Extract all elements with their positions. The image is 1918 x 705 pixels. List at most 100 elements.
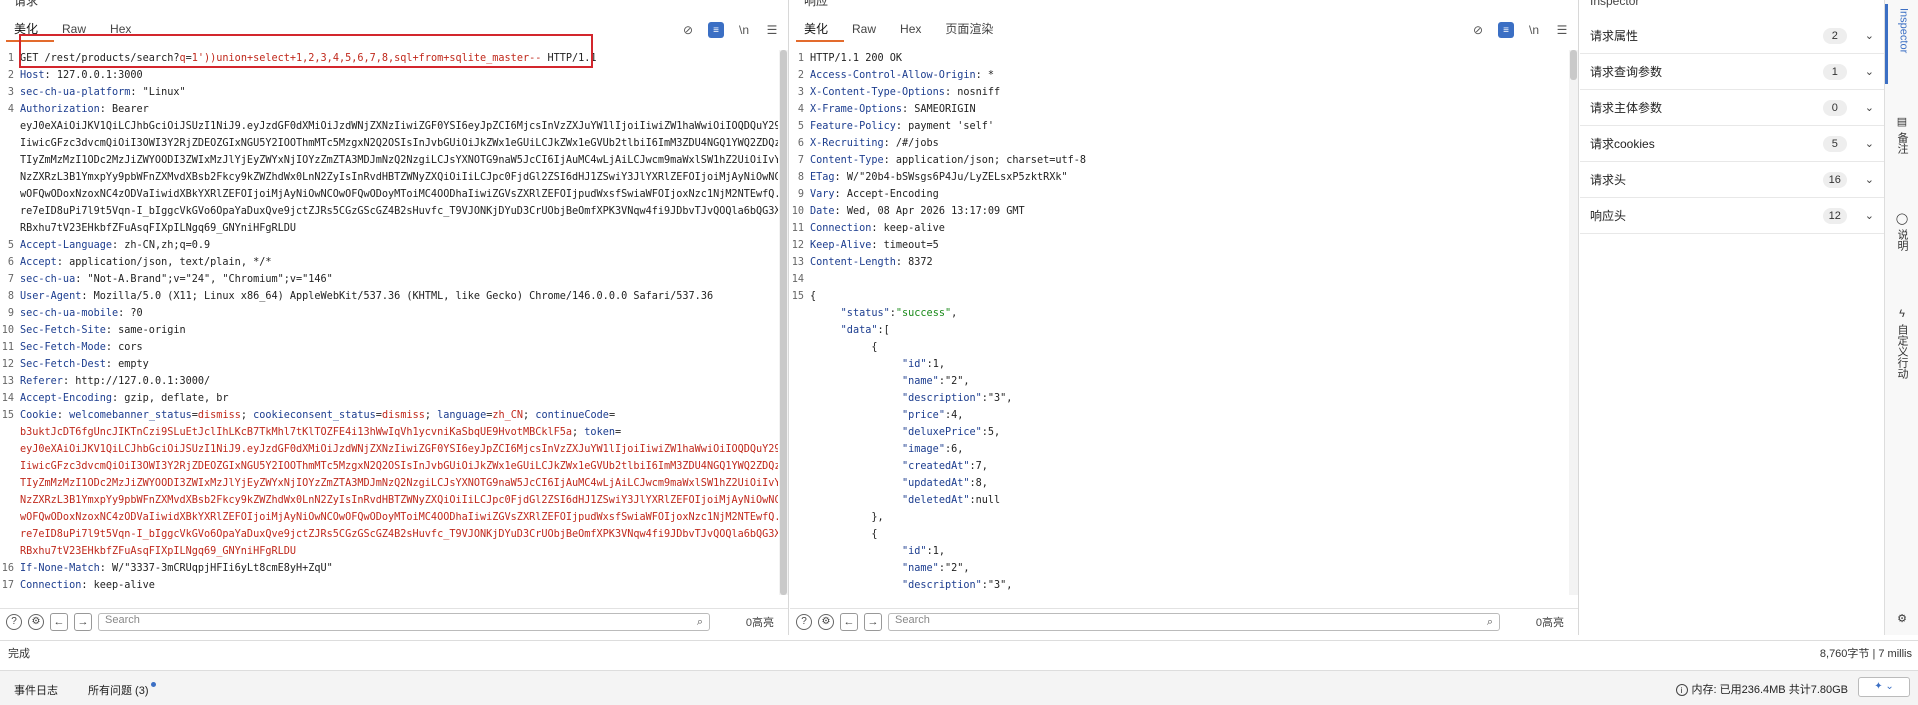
response-editor[interactable]: 1 HTTP/1.1 200 OK 2 Access-Control-Allow-Or… bbox=[790, 50, 1568, 595]
response-tab-hex[interactable]: Hex bbox=[892, 18, 937, 42]
memory-indicator: i 内存: 已用236.4MB 共计7.80GB bbox=[1675, 681, 1848, 697]
code-token: ; bbox=[572, 427, 585, 438]
bottom-bar: 事件日志 所有问题 (3) i 内存: 已用236.4MB 共计7.80GB ✦ … bbox=[0, 670, 1918, 705]
event-log-tab[interactable]: 事件日志 bbox=[14, 682, 58, 698]
code-token: :1, bbox=[926, 359, 945, 370]
search-icon: ⌕ bbox=[696, 615, 703, 628]
status-bar: 完成 8,760字节 | 7 millis bbox=[0, 640, 1918, 660]
code-token: IiwicGFzc3dvcmQiOiI3OWI3Y2RjZDEOZGIxNGU5… bbox=[20, 461, 778, 472]
help-icon[interactable]: ? bbox=[6, 613, 22, 630]
chevron-down-icon[interactable]: ⌄ bbox=[1865, 101, 1874, 114]
line-code: "data":[ bbox=[810, 322, 890, 339]
strip-inspector-label: Inspector bbox=[1897, 8, 1910, 54]
response-tab-render[interactable]: 页面渲染 bbox=[937, 18, 1009, 42]
chevron-down-icon[interactable]: ⌄ bbox=[1865, 137, 1874, 150]
line-code: RBxhu7tV23EHkbfZFuAsqFIXpILNgq69_GNYniHF… bbox=[20, 543, 296, 560]
code-token: : application/json, text/plain, */* bbox=[56, 257, 272, 268]
line-code: Referer: http://127.0.0.1:3000/ bbox=[20, 373, 210, 390]
chevron-down-icon[interactable]: ⌄ bbox=[1865, 65, 1874, 78]
line-number bbox=[0, 509, 20, 526]
request-line: NzZXRzL3B1YmxpYy9pbWFnZXMvdXBsb2Fkcy9kZW… bbox=[0, 169, 778, 186]
line-code: "id":1, bbox=[810, 543, 945, 560]
inspector-row[interactable]: 请求主体参数 0 ⌄ bbox=[1580, 90, 1884, 126]
newline-toggle[interactable]: \n bbox=[736, 22, 752, 38]
line-code: NzZXRzL3B1YmxpYy9pbWFnZXMvdXBsb2Fkcy9kZW… bbox=[20, 492, 778, 509]
response-tab-pretty[interactable]: 美化 bbox=[796, 18, 845, 42]
chevron-down-icon[interactable]: ⌄ bbox=[1865, 29, 1874, 42]
line-number bbox=[790, 526, 810, 543]
request-line: NzZXRzL3B1YmxpYy9pbWFnZXMvdXBsb2Fkcy9kZW… bbox=[0, 492, 778, 509]
inspector-row[interactable]: 请求属性 2 ⌄ bbox=[1580, 18, 1884, 54]
line-code: Accept: application/json, text/plain, */… bbox=[20, 254, 271, 271]
response-scroll-thumb[interactable] bbox=[1570, 50, 1577, 80]
inspector-row[interactable]: 请求cookies 5 ⌄ bbox=[1580, 126, 1884, 162]
code-token: , bbox=[951, 308, 958, 319]
help-icon[interactable]: ? bbox=[796, 613, 812, 630]
code-token: :"2", bbox=[938, 376, 970, 387]
request-line: 15 Cookie: welcomebanner_status = dismiss; … bbox=[0, 407, 778, 424]
menu-icon[interactable]: ☰ bbox=[1554, 22, 1570, 38]
chevron-down-icon[interactable]: ⌄ bbox=[1865, 173, 1874, 186]
response-search-bar: ? ⚙ ← → Search ⌕ 0高亮 bbox=[790, 608, 1578, 634]
arrow-right-icon[interactable]: → bbox=[864, 612, 882, 631]
strip-notes[interactable]: ▤ 备注 bbox=[1885, 115, 1918, 185]
gear-icon[interactable]: ⚙ bbox=[28, 613, 44, 630]
code-token: wOFQwODoxNzoxNC4zODVaIiwidXBkYXRlZEFOIjo… bbox=[20, 189, 778, 200]
all-issues-tab[interactable]: 所有问题 (3) bbox=[88, 682, 156, 698]
arrow-left-icon[interactable]: ← bbox=[840, 612, 858, 631]
wrap-icon[interactable]: ≡ bbox=[708, 22, 724, 38]
eye-slash-icon[interactable]: ⊘ bbox=[680, 22, 696, 38]
inspector-row[interactable]: 请求头 16 ⌄ bbox=[1580, 162, 1884, 198]
response-line: "name":"2", bbox=[790, 373, 1568, 390]
inspector-row[interactable]: 响应头 12 ⌄ bbox=[1580, 198, 1884, 234]
line-number: 2 bbox=[7, 70, 14, 81]
response-tab-raw[interactable]: Raw bbox=[844, 18, 892, 42]
newline-toggle[interactable]: \n bbox=[1526, 22, 1542, 38]
response-line: "name":"2", bbox=[790, 560, 1568, 577]
code-token: : SAMEORIGIN bbox=[902, 104, 976, 115]
response-search-placeholder: Search bbox=[895, 613, 930, 626]
line-code: User-Agent: Mozilla/5.0 (X11; Linux x86_… bbox=[20, 288, 713, 305]
code-token: : Bearer bbox=[99, 104, 149, 115]
strip-custom-actions[interactable]: ϟ 自定义行动 bbox=[1885, 308, 1918, 408]
eye-slash-icon[interactable]: ⊘ bbox=[1470, 22, 1486, 38]
request-editor[interactable]: 1 GET /rest/products/search?q=1'))union+s… bbox=[0, 50, 778, 595]
arrow-right-icon[interactable]: → bbox=[74, 612, 92, 631]
line-code: Sec-Fetch-Site: same-origin bbox=[20, 322, 186, 339]
code-token: X-Recruiting bbox=[810, 138, 884, 149]
code-token: Content-Type bbox=[810, 155, 884, 166]
code-token: RBxhu7tV23EHkbfZFuAsqFIXpILNgq69_GNYniHF… bbox=[20, 546, 297, 557]
code-token: Accept-Language bbox=[20, 240, 113, 251]
request-scrollbar[interactable] bbox=[779, 50, 788, 595]
request-scroll-thumb[interactable] bbox=[780, 50, 787, 595]
strip-inspector[interactable]: Inspector bbox=[1885, 4, 1918, 84]
line-number bbox=[0, 458, 20, 475]
code-token: :"3", bbox=[981, 580, 1013, 591]
line-code: re7eID8uPi7l9t5Vqn-I_bIggcVkGVo6OpaYaDux… bbox=[20, 203, 778, 220]
strip-explain[interactable]: ◯ 说明 bbox=[1885, 212, 1918, 282]
response-pane-title: 响应 bbox=[804, 0, 829, 8]
response-line: 10 Date: Wed, 08 Apr 2026 13:17:09 GMT bbox=[790, 203, 1568, 220]
inspector-row[interactable]: 请求查询参数 1 ⌄ bbox=[1580, 54, 1884, 90]
line-code: NzZXRzL3B1YmxpYy9pbWFnZXMvdXBsb2Fkcy9kZW… bbox=[20, 169, 778, 186]
gear-icon[interactable]: ⚙ bbox=[818, 613, 834, 630]
arrow-left-icon[interactable]: ← bbox=[50, 612, 68, 631]
wrap-icon[interactable]: ≡ bbox=[1498, 22, 1514, 38]
chevron-down-icon[interactable]: ⌄ bbox=[1865, 209, 1874, 222]
strip-settings[interactable]: ⚙ bbox=[1885, 612, 1918, 630]
menu-icon[interactable]: ☰ bbox=[764, 22, 780, 38]
code-token: HTTP/1.1 200 OK bbox=[810, 53, 903, 64]
line-code: "name":"2", bbox=[810, 373, 970, 390]
code-token: X-Frame-Options bbox=[810, 104, 903, 115]
code-token: cookieconsent_status bbox=[253, 410, 376, 421]
response-search-input[interactable]: Search ⌕ bbox=[888, 612, 1500, 631]
request-line: 12 Sec-Fetch-Dest: empty bbox=[0, 356, 778, 373]
request-line: 11 Sec-Fetch-Mode: cors bbox=[0, 339, 778, 356]
performance-button[interactable]: ✦ ⌄ bbox=[1858, 677, 1910, 697]
response-scrollbar[interactable] bbox=[1569, 50, 1578, 595]
line-code: eyJ0eXAiOiJKV1QiLCJhbGciOiJSUzI1NiJ9.eyJ… bbox=[20, 118, 778, 135]
line-number: 10 bbox=[791, 206, 804, 217]
request-search-input[interactable]: Search ⌕ bbox=[98, 612, 710, 631]
response-line: "deletedAt":null bbox=[790, 492, 1568, 509]
inspector-row-count: 12 bbox=[1822, 207, 1847, 224]
